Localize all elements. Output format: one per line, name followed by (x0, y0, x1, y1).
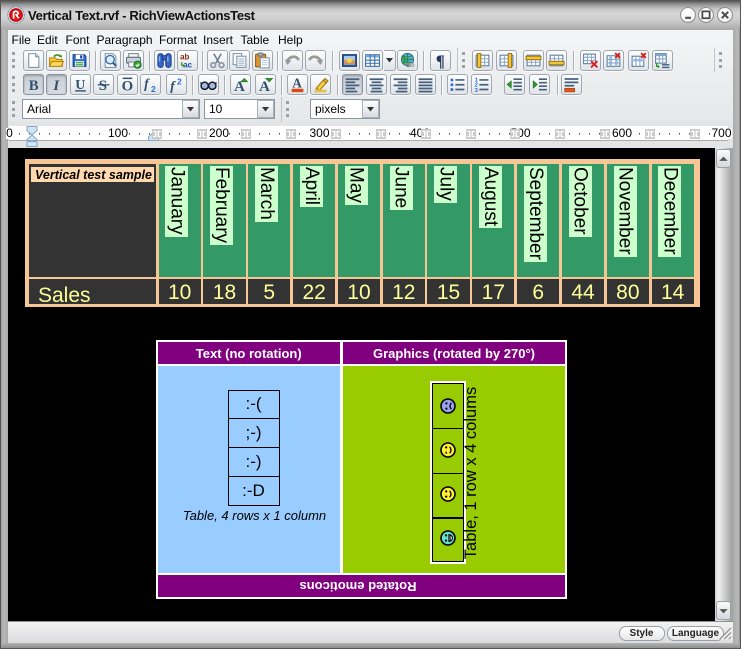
svg-text:B: B (29, 78, 39, 93)
svg-text:f: f (144, 76, 150, 91)
svg-text:O: O (121, 78, 133, 93)
svg-text:¶: ¶ (435, 52, 444, 69)
svg-text:A: A (292, 76, 302, 91)
svg-text:3: 3 (474, 88, 478, 93)
svg-text:2: 2 (177, 77, 182, 87)
svg-text:U: U (75, 77, 85, 92)
svg-text:ac: ac (183, 60, 192, 69)
svg-text:f: f (170, 78, 176, 93)
svg-text:I: I (53, 78, 61, 93)
svg-text:2: 2 (151, 84, 156, 93)
